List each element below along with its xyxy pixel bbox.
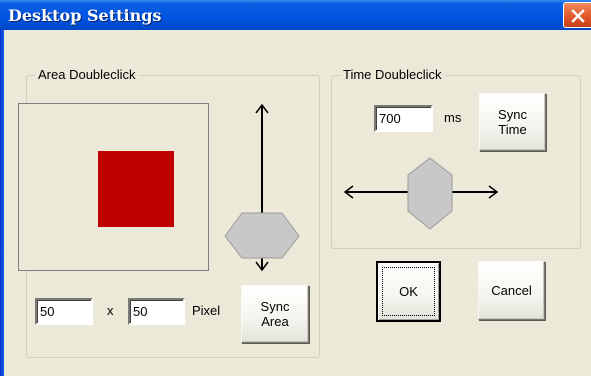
time-input[interactable]: 700: [374, 105, 433, 132]
sync-area-button[interactable]: Sync Area: [241, 285, 309, 343]
pixel-unit-label: Pixel: [192, 303, 221, 318]
cancel-button[interactable]: Cancel: [478, 261, 545, 320]
time-doubleclick-label: Time Doubleclick: [340, 67, 445, 83]
doubleclick-area-square: [98, 151, 174, 227]
area-height-input[interactable]: 50: [128, 298, 185, 325]
area-preview-box: [18, 103, 209, 271]
ms-unit-label: ms: [444, 110, 462, 125]
sync-area-label: Sync Area: [260, 299, 290, 329]
sync-time-button[interactable]: Sync Time: [479, 93, 546, 151]
slider-thumb: [224, 212, 300, 259]
time-slider[interactable]: [340, 155, 502, 235]
window-title: Desktop Settings: [8, 6, 162, 25]
close-button[interactable]: [563, 2, 591, 28]
area-size-slider[interactable]: [220, 100, 300, 275]
ok-label: OK: [399, 284, 418, 299]
slider-thumb: [407, 157, 453, 230]
close-icon: [571, 9, 585, 23]
area-width-input[interactable]: 50: [35, 298, 93, 325]
times-sign: x: [107, 303, 114, 318]
window-left-border: [0, 30, 4, 376]
cancel-label: Cancel: [491, 283, 532, 298]
sync-time-label: Sync Time: [498, 107, 527, 137]
ok-button[interactable]: OK: [376, 261, 441, 322]
desktop-settings-dialog: Desktop Settings Area Doubleclick 50 x 5…: [0, 0, 591, 376]
area-doubleclick-label: Area Doubleclick: [35, 67, 139, 83]
title-bar[interactable]: Desktop Settings: [0, 0, 591, 30]
